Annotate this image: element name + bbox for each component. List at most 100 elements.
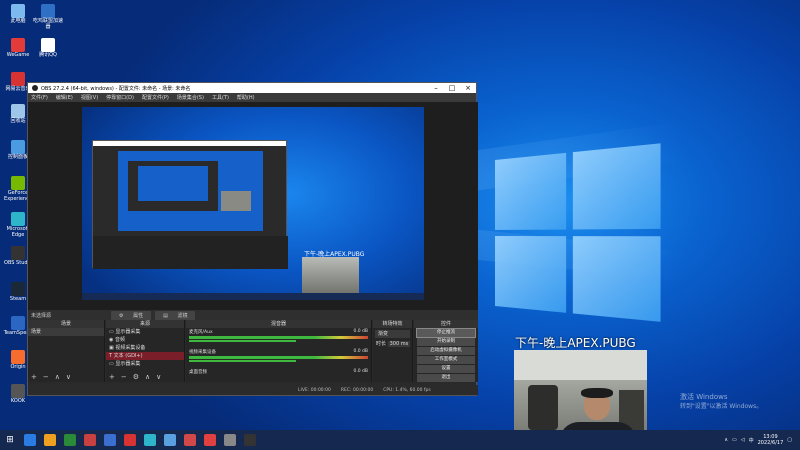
menu-file[interactable]: 文件(F) [31, 94, 48, 101]
maximize-icon[interactable]: □ [444, 83, 460, 93]
mixer-channel[interactable]: 视频采集设备 0.0 dB [186, 348, 371, 368]
app-icon [41, 4, 55, 18]
source-toolbar: 未选择源 ⚙ 属性 ▤ 滤镜 [28, 310, 478, 320]
volume-slider[interactable] [189, 340, 297, 342]
virtual-camera-button[interactable]: 启动虚拟摄像机 [417, 347, 475, 355]
menu-docks[interactable]: 停靠窗口(D) [106, 94, 134, 101]
clock[interactable]: 13:09 2022/6/17 [758, 434, 784, 446]
source-item[interactable]: T 文本 (GDI+) [106, 352, 184, 360]
menu-help[interactable]: 帮助(H) [237, 94, 255, 101]
close-icon[interactable]: × [460, 83, 476, 93]
add-source-icon[interactable]: + [109, 373, 115, 381]
source-settings-icon[interactable]: ⚙ [133, 373, 139, 381]
channel-db: 0.0 dB [353, 369, 368, 374]
start-icon[interactable]: ⊞ [0, 435, 20, 445]
mixer-channel[interactable]: 麦克风/Aux 0.0 dB [186, 328, 371, 348]
preview-overlay-text: 下午-晚上APEX.PUBG [304, 251, 365, 258]
system-tray: ∧ ▭ ◁ 中 13:09 2022/6/17 ▢ [724, 434, 800, 446]
app-icon [11, 316, 25, 330]
mixer-dock: 混音器 麦克风/Aux 0.0 dB 视频采集设备 0.0 dB 桌面音频 0.0 d… [186, 320, 372, 382]
obs-window: OBS 27.2.4 (64-bit, windows) - 配置文件: 未命名… [27, 82, 478, 396]
desktop-icon[interactable]: 此电脑 [3, 4, 33, 25]
taskbar-app-icon[interactable] [184, 434, 196, 446]
obs-titlebar[interactable]: OBS 27.2.4 (64-bit, windows) - 配置文件: 未命名… [28, 83, 476, 93]
add-scene-icon[interactable]: + [31, 373, 37, 381]
source-item[interactable]: ▭ 显示器采集 [106, 328, 184, 336]
taskbar-app-icon[interactable] [84, 434, 96, 446]
channel-db: 0.0 dB [353, 349, 368, 354]
taskbar-app-icon[interactable] [64, 434, 76, 446]
live-status: LIVE: 00:00:00 [298, 387, 331, 393]
transition-select[interactable]: 渐变 [375, 330, 410, 338]
move-up-icon[interactable]: ∧ [55, 373, 60, 381]
menu-scene-collection[interactable]: 场景集合(S) [177, 94, 204, 101]
settings-button[interactable]: 设置 [417, 365, 475, 373]
move-up-icon[interactable]: ∧ [145, 373, 150, 381]
desktop-icon-label: 腾讯QQ [39, 52, 57, 58]
source-label: 音频 [114, 337, 125, 343]
taskbar-app-icon[interactable] [144, 434, 156, 446]
source-item[interactable]: ▭ 显示器采集 [106, 360, 184, 368]
status-bar: LIVE: 00:00:00 REC: 00:00:00 CPU: 1.4%, … [28, 385, 478, 395]
desktop-icon[interactable]: WeGame [3, 38, 33, 59]
window-title: OBS 27.2.4 (64-bit, windows) - 配置文件: 未命名… [41, 85, 191, 92]
app-icon [11, 4, 25, 18]
mixer-header: 混音器 [186, 320, 371, 328]
source-label: 显示器采集 [115, 329, 141, 335]
language-indicator[interactable]: 中 [749, 437, 754, 444]
duration-input[interactable]: 300 ms [387, 341, 411, 347]
network-icon[interactable]: ▭ [732, 437, 737, 443]
transitions-header: 转场特效 [373, 320, 412, 328]
controls-dock: 控件 停止推流 开始录制 启动虚拟摄像机 工作室模式 设置 退出 [414, 320, 478, 382]
notification-icon[interactable]: ▢ [787, 437, 792, 443]
taskbar-app-icon[interactable] [44, 434, 56, 446]
taskbar-app-icon[interactable] [204, 434, 216, 446]
source-item[interactable]: ◉ 音频 [106, 336, 184, 344]
start-recording-button[interactable]: 开始录制 [417, 338, 475, 346]
preview-area[interactable]: 下午-晚上APEX.PUBG [28, 102, 478, 310]
sources-header: 来源 [106, 320, 184, 328]
activate-windows-watermark: 激活 Windows 转到"设置"以激活 Windows。 [680, 393, 762, 411]
chevron-up-icon[interactable]: ∧ [724, 437, 728, 443]
stop-streaming-button[interactable]: 停止推流 [416, 328, 476, 338]
windows-logo-wallpaper [495, 143, 666, 328]
scene-item[interactable]: 场景 [28, 328, 104, 336]
app-icon [11, 212, 25, 226]
taskbar-app-icon[interactable] [164, 434, 176, 446]
taskbar-app-icon[interactable] [104, 434, 116, 446]
activate-subtitle: 转到"设置"以激活 Windows。 [680, 402, 763, 410]
taskbar-app-icon[interactable] [24, 434, 36, 446]
desktop-icon[interactable]: 吃鸡联盟加速器 [33, 4, 63, 30]
remove-source-icon[interactable]: − [121, 373, 127, 381]
preview-canvas[interactable]: 下午-晚上APEX.PUBG [82, 107, 424, 300]
volume-icon[interactable]: ◁ [741, 437, 745, 443]
filters-label: 滤镜 [173, 311, 192, 320]
filters-button[interactable]: ▤ 滤镜 [155, 310, 196, 320]
move-down-icon[interactable]: ∨ [66, 373, 71, 381]
controls-header: 控件 [414, 320, 478, 328]
desktop-icon[interactable]: 腾讯QQ [33, 38, 63, 59]
remove-scene-icon[interactable]: − [43, 373, 49, 381]
taskbar-app-icon[interactable] [224, 434, 236, 446]
source-item[interactable]: ▣ 视频采集设备 [106, 344, 184, 352]
menu-bar: 文件(F) 编辑(E) 视图(V) 停靠窗口(D) 配置文件(P) 场景集合(S… [28, 93, 476, 102]
taskbar-app-icon[interactable] [124, 434, 136, 446]
mixer-channel[interactable]: 桌面音频 0.0 dB [186, 368, 371, 380]
filter-icon: ▤ [159, 311, 172, 320]
studio-mode-button[interactable]: 工作室模式 [417, 356, 475, 364]
cpu-status: CPU: 1.4%, 60.00 fps [383, 387, 431, 393]
app-icon [11, 384, 25, 398]
volume-slider[interactable] [189, 360, 297, 362]
taskbar-app-icon[interactable] [244, 434, 256, 446]
properties-label: 属性 [129, 311, 148, 320]
menu-profile[interactable]: 配置文件(P) [142, 94, 169, 101]
desktop-icon-label: 此电脑 [10, 18, 26, 24]
menu-edit[interactable]: 编辑(E) [56, 94, 73, 101]
menu-view[interactable]: 视图(V) [81, 94, 98, 101]
menu-tools[interactable]: 工具(T) [212, 94, 229, 101]
properties-button[interactable]: ⚙ 属性 [111, 310, 152, 320]
rec-status: REC: 00:00:00 [340, 387, 374, 393]
move-down-icon[interactable]: ∨ [156, 373, 161, 381]
minimize-icon[interactable]: – [428, 83, 444, 93]
exit-button[interactable]: 退出 [417, 374, 475, 382]
